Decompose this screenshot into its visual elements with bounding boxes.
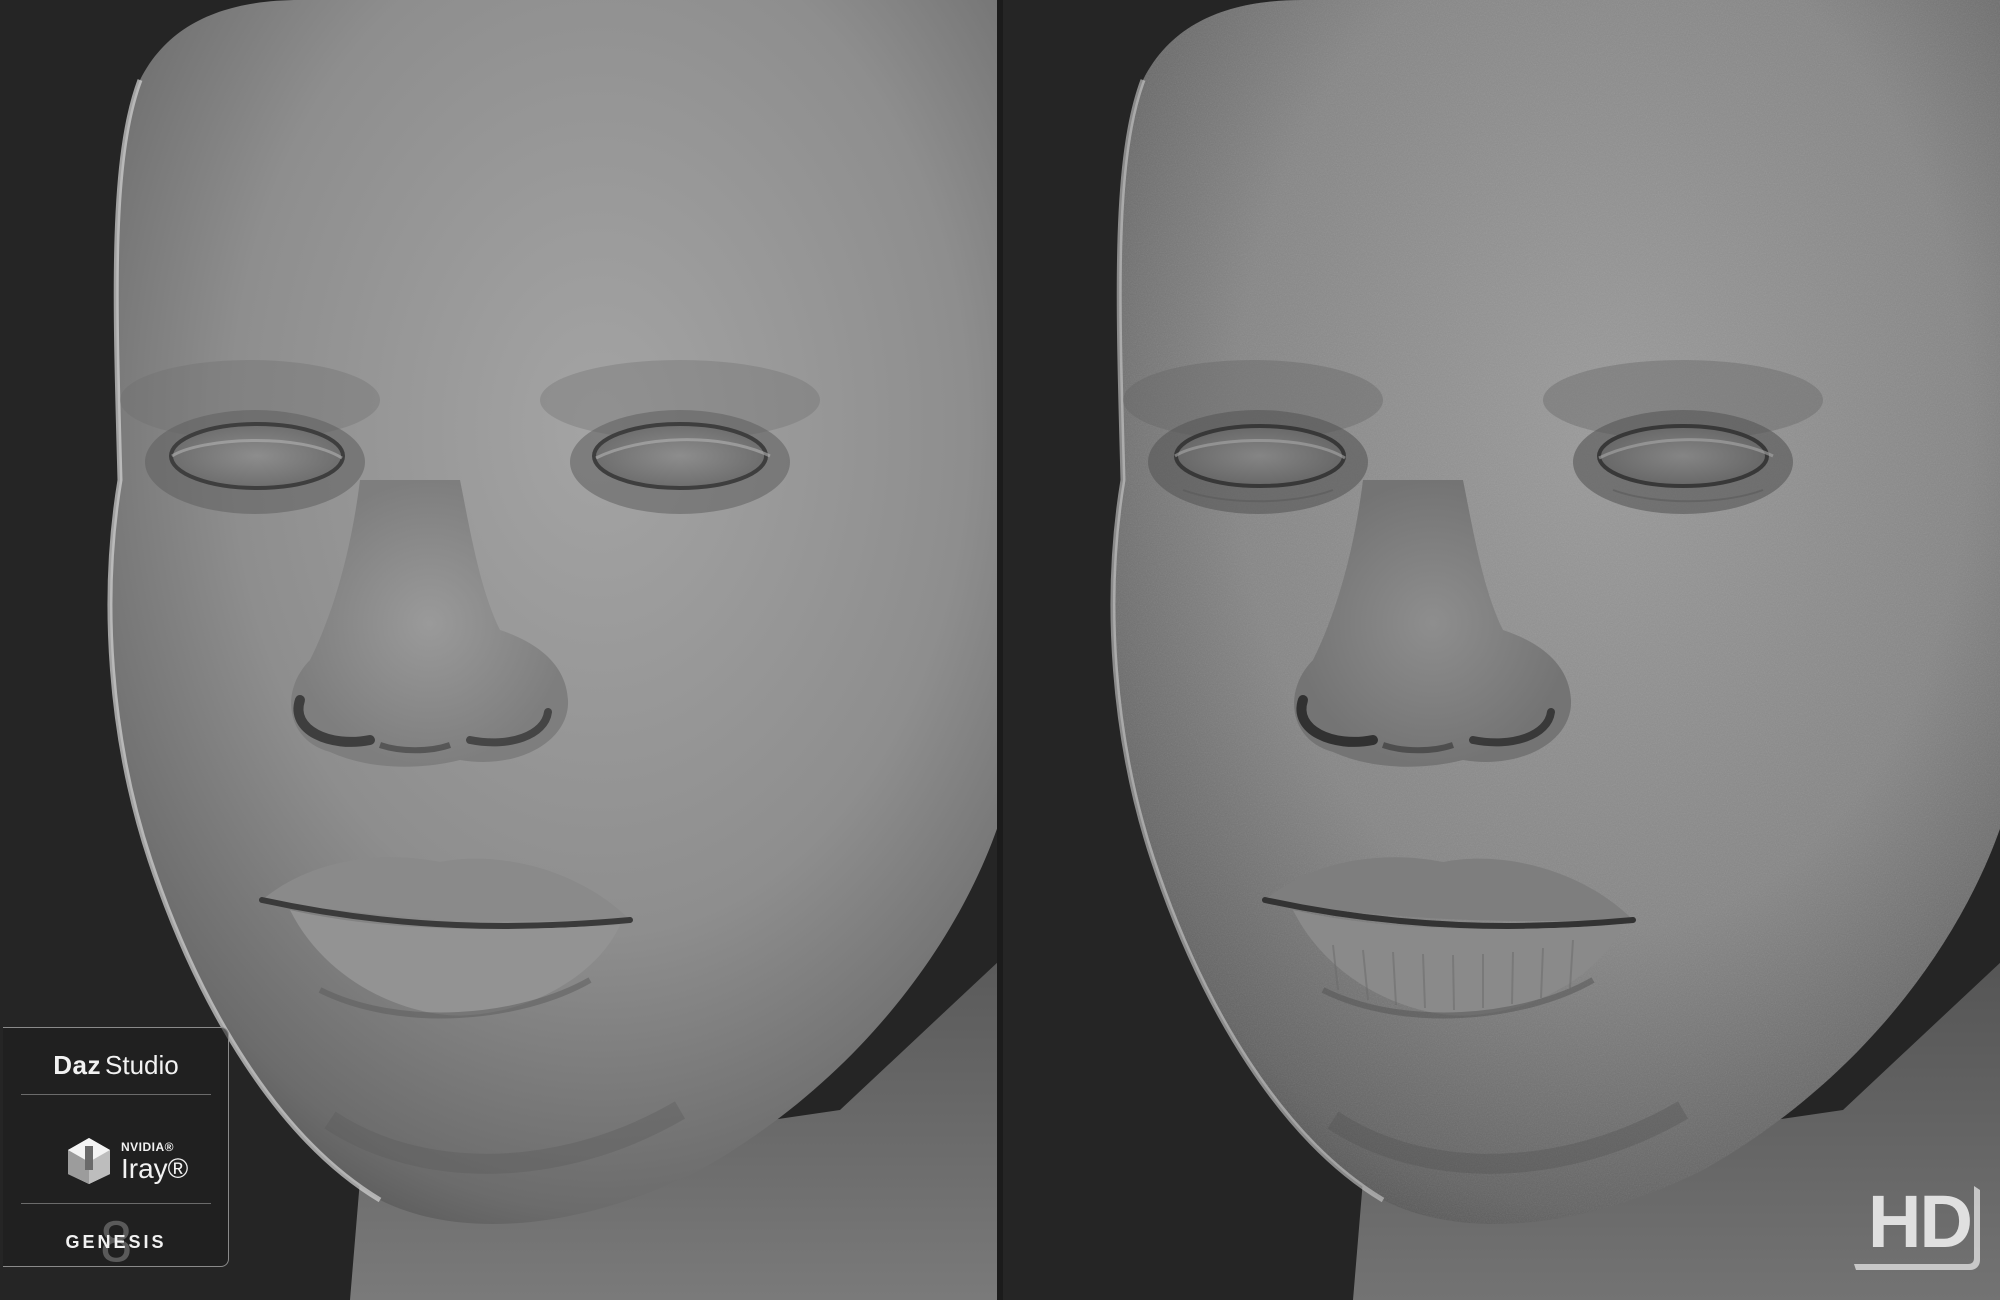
eye-right [570, 410, 790, 514]
iray-wordmark: Iray® [121, 1153, 189, 1184]
product-logo-card: Daz Studio NVIDIA® Iray® 8 GENESIS [3, 1027, 229, 1270]
iray-cube-icon [68, 1138, 110, 1184]
eye-right [1573, 410, 1793, 514]
skin-pore-texture [1113, 0, 2000, 1224]
genesis-wordmark: GENESIS [65, 1232, 167, 1252]
comparison-stage: Daz Studio NVIDIA® Iray® 8 GENESIS HD [0, 0, 2000, 1300]
hd-label: HD [1868, 1180, 1973, 1263]
hd-head-render [1110, 0, 2000, 1300]
head-shape [110, 0, 997, 1224]
logo-divider [21, 1203, 211, 1204]
hd-detail-render-panel [1003, 0, 2000, 1300]
daz-studio-logo: Daz Studio [19, 1048, 213, 1082]
genesis-8-logo: 8 GENESIS [19, 1216, 213, 1270]
nvidia-iray-logo: NVIDIA® Iray® [19, 1128, 213, 1188]
hd-badge: HD [1850, 1180, 1986, 1272]
eye-left [145, 410, 365, 514]
studio-wordmark: Studio [105, 1050, 179, 1080]
logo-divider [21, 1094, 211, 1095]
daz-wordmark: Daz [53, 1050, 101, 1080]
nvidia-wordmark: NVIDIA® [121, 1140, 175, 1154]
eye-left [1148, 410, 1368, 514]
